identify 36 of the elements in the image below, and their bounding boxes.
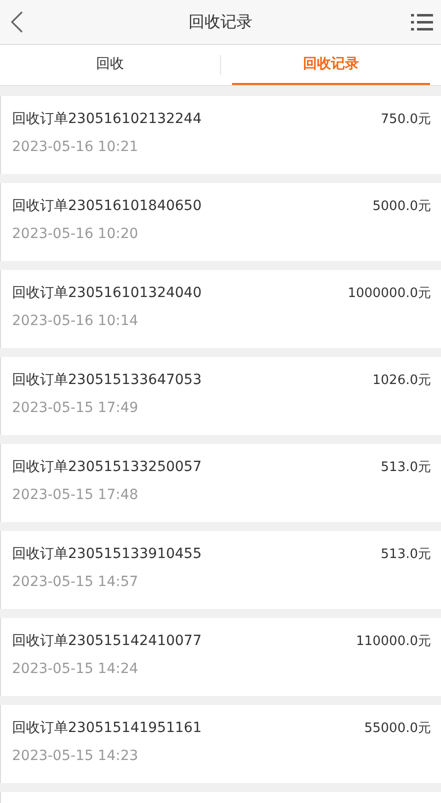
- record-card[interactable]: 回收订单230515141951161 55000.0元 2023-05-15 14:23: [0, 705, 441, 783]
- order-title: 回收订单230515142410077: [12, 632, 202, 650]
- record-card[interactable]: 回收订单230516102132244 750.0元 2023-05-16 10:21: [0, 96, 441, 174]
- record-card[interactable]: 回收订单230516101324040 1000000.0元 2023-05-16 10:14: [0, 270, 441, 348]
- record-card[interactable]: 回收订单230516101840650 5000.0元 2023-05-16 10:20: [0, 183, 441, 261]
- order-time: 2023-05-15 14:23: [12, 748, 140, 764]
- back-icon[interactable]: [10, 11, 24, 33]
- order-amount: 1000000.0元: [348, 285, 431, 302]
- order-title: 回收订单230515133910455: [12, 545, 202, 563]
- order-time: 2023-05-15 17:48: [12, 487, 140, 503]
- tab[interactable]: 回收: [11, 45, 209, 85]
- record-card[interactable]: 回收订单230515133647053 1026.0元 2023-05-15 17:49: [0, 357, 441, 435]
- order-amount: 513.0元: [380, 546, 431, 563]
- order-title: 回收订单230515133250057: [12, 458, 202, 476]
- record-card[interactable]: 回收订单230515133250057 513.0元 2023-05-15 17:48: [0, 444, 441, 522]
- order-time: 2023-05-15 14:57: [12, 574, 140, 590]
- order-time: 2023-05-15 17:49: [12, 400, 140, 416]
- order-amount: 750.0元: [380, 111, 431, 128]
- order-title: 回收订单230516101324040: [12, 284, 202, 302]
- order-time: 2023-05-16 10:20: [12, 226, 140, 242]
- order-amount: 110000.0元: [356, 633, 431, 650]
- menu-icon[interactable]: [411, 13, 433, 31]
- order-title: 回收订单230515133647053: [12, 371, 202, 389]
- order-amount: 513.0元: [380, 459, 431, 476]
- order-title: 回收订单230516102132244: [12, 110, 202, 128]
- page-title: 回收记录: [188, 12, 252, 32]
- order-time: 2023-05-16 10:21: [12, 139, 140, 155]
- order-title: 回收订单230516101840650: [12, 197, 202, 215]
- order-amount: 1026.0元: [372, 372, 431, 389]
- order-time: 2023-05-16 10:14: [12, 313, 140, 329]
- order-time: 2023-05-15 14:24: [12, 661, 140, 677]
- record-card[interactable]: 回收订单230515142410077 110000.0元 2023-05-15 14:24: [0, 618, 441, 696]
- record-card[interactable]: 回收订单230515133910455 513.0元 2023-05-15 14:57: [0, 531, 441, 609]
- order-amount: 5000.0元: [372, 198, 431, 215]
- order-amount: 55000.0元: [364, 720, 431, 737]
- order-title: 回收订单230515141951161: [12, 719, 202, 737]
